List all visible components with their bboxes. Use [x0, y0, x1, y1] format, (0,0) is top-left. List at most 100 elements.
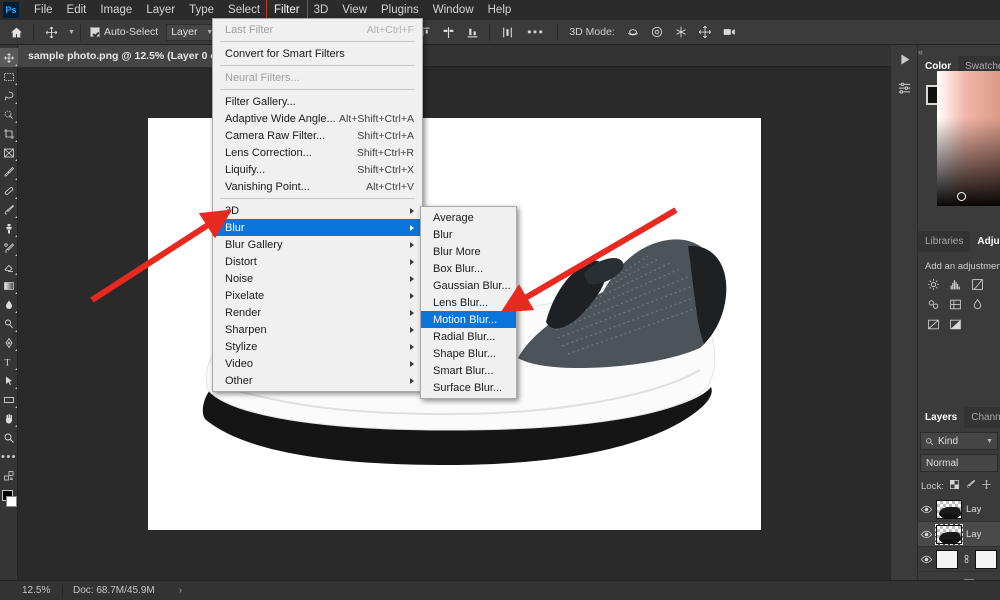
menu-layer[interactable]: Layer [139, 0, 182, 20]
rectangle-tool[interactable] [0, 390, 18, 409]
filter-menu-item-blur[interactable]: Blur [213, 219, 422, 236]
filter-menu-item-distort[interactable]: Distort [213, 253, 422, 270]
menu-window[interactable]: Window [426, 0, 481, 20]
crop-tool[interactable] [0, 124, 18, 143]
eye-icon[interactable] [921, 530, 932, 539]
color-spectrum-ramp[interactable] [937, 71, 1000, 206]
layer-mask-thumbnail[interactable] [975, 549, 998, 569]
lock-image-icon[interactable] [965, 479, 976, 493]
tool-preset-chevron-icon[interactable]: ▼ [68, 29, 75, 36]
drag-3d-icon[interactable] [669, 21, 693, 43]
menu-filter[interactable]: Filter [266, 0, 308, 21]
filter-menu-item-liquify[interactable]: Liquify... Shift+Ctrl+X [213, 161, 422, 178]
actions-play-icon[interactable] [891, 45, 918, 73]
slide-3d-icon[interactable] [693, 21, 717, 43]
menu-select[interactable]: Select [221, 0, 267, 20]
black-white-icon[interactable] [948, 317, 963, 331]
hue-saturation-icon[interactable] [970, 297, 985, 311]
curves-icon[interactable] [970, 277, 985, 291]
filter-menu-item-filter-gallery[interactable]: Filter Gallery... [213, 93, 422, 110]
blur-submenu-item-average[interactable]: Average [421, 209, 516, 226]
menu-3d[interactable]: 3D [307, 0, 336, 20]
pen-tool[interactable] [0, 333, 18, 352]
filter-menu-item-convert-for-smart-filters[interactable]: Convert for Smart Filters [213, 45, 422, 62]
background-color-swatch[interactable] [6, 496, 17, 507]
layer-thumbnail[interactable] [936, 549, 958, 569]
auto-select-scope-dropdown[interactable]: Layer ▼ [166, 23, 219, 41]
brightness-contrast-icon[interactable] [926, 277, 941, 291]
tab-channels[interactable]: Channels [964, 407, 1000, 428]
tab-layers[interactable]: Layers [918, 407, 965, 428]
gradient-tool[interactable] [0, 276, 18, 295]
menu-file[interactable]: File [27, 0, 60, 20]
menu-image[interactable]: Image [93, 0, 139, 20]
blur-submenu-item-blur-more[interactable]: Blur More [421, 243, 516, 260]
eye-icon[interactable] [921, 505, 932, 514]
blur-submenu-item-box-blur[interactable]: Box Blur... [421, 260, 516, 277]
lock-transparent-icon[interactable] [949, 479, 960, 493]
tab-libraries[interactable]: Libraries [918, 231, 970, 252]
filter-menu-item-other[interactable]: Other [213, 372, 422, 389]
filter-menu-item-stylize[interactable]: Stylize [213, 338, 422, 355]
link-icon[interactable] [962, 554, 971, 564]
filter-menu-item-pixelate[interactable]: Pixelate [213, 287, 422, 304]
vibrance-icon[interactable] [948, 297, 963, 311]
filter-menu-item-vanishing-point[interactable]: Vanishing Point... Alt+Ctrl+V [213, 178, 422, 195]
brush-tool[interactable] [0, 200, 18, 219]
blur-submenu-item-radial-blur[interactable]: Radial Blur... [421, 328, 516, 345]
eraser-tool[interactable] [0, 257, 18, 276]
color-picker-handle[interactable] [957, 192, 966, 201]
blur-submenu[interactable]: Average Blur Blur More Box Blur... Gaussian … [420, 206, 517, 399]
blur-submenu-item-smart-blur[interactable]: Smart Blur... [421, 362, 516, 379]
table-row[interactable] [918, 547, 1000, 572]
checkbox-box[interactable] [89, 27, 100, 37]
eye-icon[interactable] [921, 555, 932, 564]
edit-toolbar-tool[interactable]: ••• [0, 447, 18, 466]
align-vertical-center-icon[interactable] [436, 21, 460, 43]
table-row[interactable]: Lay [918, 497, 1000, 522]
menu-type[interactable]: Type [182, 0, 221, 20]
exposure-icon[interactable] [926, 297, 941, 311]
path-selection-tool[interactable] [0, 371, 18, 390]
chevron-down-icon[interactable]: ▼ [986, 438, 993, 445]
chevron-right-icon[interactable]: › [179, 585, 182, 596]
document-tab[interactable]: sample photo.png @ 12.5% (Layer 0 cop [18, 45, 240, 67]
blur-submenu-item-gaussian-blur[interactable]: Gaussian Blur... [421, 277, 516, 294]
filter-menu-item-lens-correction[interactable]: Lens Correction... Shift+Ctrl+R [213, 144, 422, 161]
type-tool[interactable]: T [0, 352, 18, 371]
blur-submenu-item-surface-blur[interactable]: Surface Blur... [421, 379, 516, 396]
filter-menu-item-video[interactable]: Video [213, 355, 422, 372]
zoom-level[interactable]: 12.5% [0, 585, 52, 596]
eyedropper-tool[interactable] [0, 162, 18, 181]
filter-menu-item-blur-gallery[interactable]: Blur Gallery [213, 236, 422, 253]
filter-menu-item-noise[interactable]: Noise [213, 270, 422, 287]
home-icon[interactable] [4, 21, 28, 43]
filter-menu-item-sharpen[interactable]: Sharpen [213, 321, 422, 338]
menu-edit[interactable]: Edit [60, 0, 94, 20]
roll-3d-icon[interactable] [645, 21, 669, 43]
dodge-tool[interactable] [0, 314, 18, 333]
auto-select-checkbox[interactable]: Auto-Select [86, 26, 162, 38]
marquee-tool[interactable] [0, 67, 18, 86]
blur-tool[interactable] [0, 295, 18, 314]
menu-view[interactable]: View [335, 0, 374, 20]
layer-thumbnail[interactable] [936, 499, 962, 519]
quick-selection-tool[interactable] [0, 105, 18, 124]
healing-brush-tool[interactable] [0, 181, 18, 200]
blur-submenu-item-lens-blur[interactable]: Lens Blur... [421, 294, 516, 311]
rotate-3d-icon[interactable] [621, 21, 645, 43]
layer-thumbnail[interactable] [935, 523, 963, 545]
filter-menu[interactable]: Last Filter Alt+Ctrl+F Convert for Smart F… [212, 18, 423, 392]
move-tool[interactable] [0, 48, 18, 67]
blend-mode-dropdown[interactable]: Normal [920, 454, 998, 472]
layer-filter-row[interactable]: Kind ▼ [920, 432, 998, 450]
levels-icon[interactable] [948, 277, 963, 291]
menu-plugins[interactable]: Plugins [374, 0, 426, 20]
zoom-tool[interactable] [0, 428, 18, 447]
blur-submenu-item-motion-blur[interactable]: Motion Blur... [421, 311, 516, 328]
switch-colors-icon[interactable] [0, 466, 18, 485]
filter-menu-item-camera-raw-filter[interactable]: Camera Raw Filter... Shift+Ctrl+A [213, 127, 422, 144]
clone-stamp-tool[interactable] [0, 219, 18, 238]
menu-help[interactable]: Help [481, 0, 519, 20]
hand-tool[interactable] [0, 409, 18, 428]
